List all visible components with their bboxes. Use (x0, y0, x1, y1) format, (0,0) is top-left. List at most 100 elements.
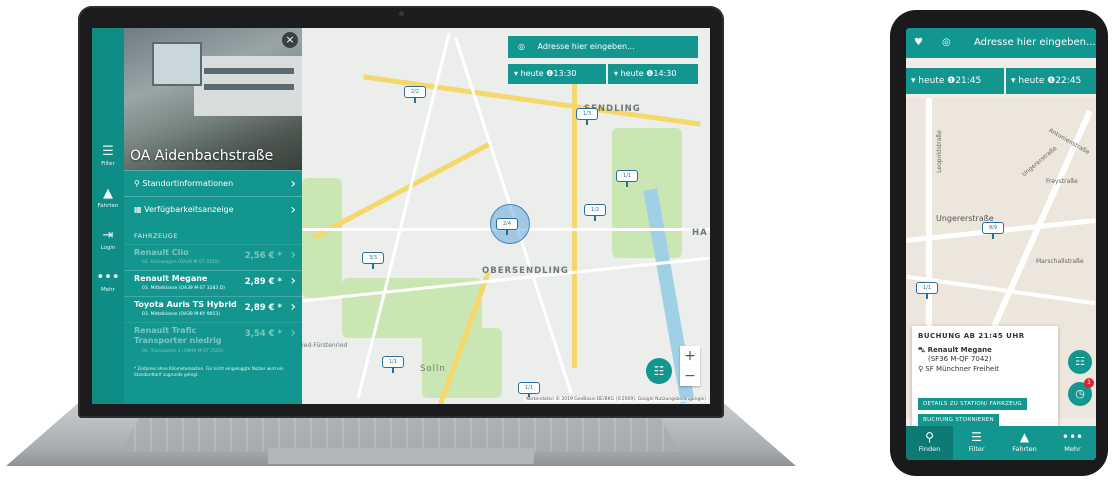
sidebar-item-label: Fahrten (97, 203, 119, 209)
cancel-booking-button[interactable]: BUCHUNG STORNIEREN (918, 414, 999, 426)
station-row: ⚲ SF Münchner Freiheit (918, 365, 1052, 373)
map-park (302, 178, 342, 298)
vehicle-item[interactable]: Renault Megane 03. Mittelklasse (OA39 M-… (124, 270, 302, 296)
chevron-right-icon: › (290, 325, 296, 341)
map-station-pin[interactable]: 1/2 (584, 204, 606, 221)
street-label: Marschallstraße (1036, 258, 1084, 265)
vehicle-sub: 02. Kleinwagen (OA39 M-ST 3245) (142, 260, 220, 265)
zoom-out-button[interactable]: − (680, 366, 700, 386)
chevron-right-icon: › (290, 202, 296, 218)
station-name: SF Münchner Freiheit (925, 365, 1000, 373)
map-station-pin[interactable]: 2/4 (496, 218, 518, 235)
search-input[interactable]: Adresse hier eingeben... (974, 28, 1096, 58)
row-label: Verfügbarkeitsanzeige (144, 205, 234, 214)
time-from-select[interactable]: ▾ heute ❶13:30 (508, 64, 606, 84)
booking-card: BUCHUNG AB 21:45 UHR ⛍ Renault Megane (S… (912, 326, 1058, 430)
list-icon: ☷ (653, 364, 665, 378)
search-input[interactable]: Adresse hier eingeben... (538, 42, 635, 51)
sidebar-item-filter[interactable]: ☰ Filter (92, 144, 124, 180)
map-view[interactable]: SENDLING OBERSENDLING Solln HA ied-Fürst… (302, 28, 710, 404)
booking-icon: ▲ (103, 186, 113, 201)
vehicle-item[interactable]: Renault Trafic Transporter niedrig 06. T… (124, 322, 302, 358)
vehicle-price: 3,54 € * (244, 329, 282, 339)
map-station-pin[interactable]: 1/1 (916, 282, 938, 299)
car-name: Renault Megane (927, 346, 992, 354)
bottom-nav: ⚲ Finden ☰ Filter ▲ Fahrten ••• Mehr (906, 426, 1096, 460)
notification-badge: 1 (1084, 378, 1094, 388)
map-station-pin[interactable]: 2/2 (404, 86, 426, 103)
list-view-button[interactable]: ☷ (646, 358, 672, 384)
vehicle-price: 2,89 € * (244, 277, 282, 287)
sidebar-item-login[interactable]: ⇥ Login (92, 228, 124, 264)
map-label: ied-Fürstenried (302, 342, 348, 349)
filter-icon: ☰ (971, 430, 982, 444)
address-search[interactable]: ◎ Adresse hier eingeben... (508, 36, 698, 58)
map-station-pin[interactable]: 1/1 (616, 170, 638, 187)
phone-search-bar[interactable]: ♥ ◎ Adresse hier eingeben... (906, 28, 1096, 58)
clock-icon: ◷ (1075, 387, 1085, 400)
car-name-row: ⛍ Renault Megane (918, 346, 1052, 355)
vehicle-name: Toyota Auris TS Hybrid (134, 300, 237, 309)
map-station-pin[interactable]: 8/9 (982, 222, 1004, 239)
sidebar-item-trips[interactable]: ▲ Fahrten (92, 186, 124, 222)
nav-item-trips[interactable]: ▲ Fahrten (1001, 430, 1048, 454)
vehicle-item[interactable]: Toyota Auris TS Hybrid 03. Mittelklasse … (124, 296, 302, 322)
vehicle-sub: 03. Mittelklasse (OA39 M-ST 3283 D) (142, 286, 225, 291)
map-station-pin[interactable]: 1/3 (576, 108, 598, 125)
time-to-select[interactable]: ▾ heute ❶22:45 (1006, 68, 1096, 94)
map-station-pin[interactable]: 1/1 (382, 356, 404, 373)
vehicle-item[interactable]: Renault Clio 02. Kleinwagen (OA39 M-ST 3… (124, 244, 302, 270)
photo-window (204, 84, 294, 90)
price-footnote: * Zeitpreis ohne Kilometerkosten. Für ni… (134, 366, 284, 377)
station-detail-panel: × OA Aidenbachstraße ⚲ Standortinformati… (124, 28, 302, 404)
zoom-in-button[interactable]: + (680, 346, 700, 366)
chevron-right-icon: › (290, 247, 296, 263)
station-photo: × OA Aidenbachstraße (124, 28, 302, 170)
close-icon[interactable]: × (282, 32, 298, 48)
laptop-lid: ☰ Filter ▲ Fahrten ⇥ Login ••• Mehr × OA… (78, 6, 724, 418)
chevron-down-icon: ▾ (514, 69, 519, 78)
time-to-value: heute ❶14:30 (620, 69, 677, 78)
device-mockup-scene: ☰ Filter ▲ Fahrten ⇥ Login ••• Mehr × OA… (0, 0, 1118, 483)
nav-item-filter[interactable]: ☰ Filter (953, 430, 1000, 454)
map-station-pin[interactable]: 1/1 (518, 382, 540, 399)
availability-row[interactable]: ▦ Verfügbarkeitsanzeige › (124, 196, 302, 222)
sidebar-item-more[interactable]: ••• Mehr (92, 270, 124, 306)
photo-window (204, 68, 294, 74)
nav-item-label: Fahrten (1012, 445, 1037, 453)
vehicle-sub: 03. Mittelklasse (OA39 M-KY 9053) (142, 312, 220, 317)
car-icon: ⛍ (918, 346, 928, 354)
sidebar-item-label: Login (100, 245, 116, 251)
station-info-row[interactable]: ⚲ Standortinformationen › (124, 170, 302, 196)
map-station-pin[interactable]: 3/3 (362, 252, 384, 269)
map-label: HA (692, 228, 708, 238)
calendar-icon: ▦ (134, 205, 142, 214)
map-label: Solln (420, 364, 446, 374)
chevron-right-icon: › (290, 176, 296, 192)
details-button[interactable]: DETAILS ZU STATION/ FAHRZEUG (918, 398, 1027, 410)
vehicle-name: Renault Megane (134, 274, 208, 283)
vehicle-sub: 06. Transporter 3 (SM49 M-ST 2562) (142, 349, 224, 354)
booking-title: BUCHUNG AB 21:45 UHR (918, 332, 1025, 340)
list-view-button[interactable]: ☷ (1068, 350, 1092, 374)
nav-item-label: Filter (968, 445, 985, 453)
filter-icon: ☰ (102, 144, 114, 159)
nav-item-label: Mehr (1064, 445, 1081, 453)
street-label: Freystraße (1046, 178, 1078, 185)
webcam (399, 11, 404, 16)
vehicle-price: 2,89 € * (244, 303, 282, 313)
nav-item-find[interactable]: ⚲ Finden (906, 426, 953, 460)
station-title: OA Aidenbachstraße (130, 148, 274, 164)
vehicle-price: 2,56 € * (244, 251, 282, 261)
favorites-icon[interactable]: ♥ (914, 28, 923, 58)
row-label: Standortinformationen (142, 179, 234, 188)
vehicle-name: Renault Trafic Transporter niedrig (134, 326, 222, 345)
locate-icon[interactable]: ◎ (942, 28, 951, 58)
sidebar-rail: ☰ Filter ▲ Fahrten ⇥ Login ••• Mehr (92, 28, 124, 404)
time-to-select[interactable]: ▾ heute ❶14:30 (608, 64, 698, 84)
login-icon: ⇥ (102, 228, 114, 243)
time-from-value: heute ❶13:30 (520, 69, 577, 78)
laptop-screen: ☰ Filter ▲ Fahrten ⇥ Login ••• Mehr × OA… (92, 28, 710, 404)
nav-item-more[interactable]: ••• Mehr (1049, 430, 1096, 454)
time-from-select[interactable]: ▾ heute ❶21:45 (906, 68, 1004, 94)
